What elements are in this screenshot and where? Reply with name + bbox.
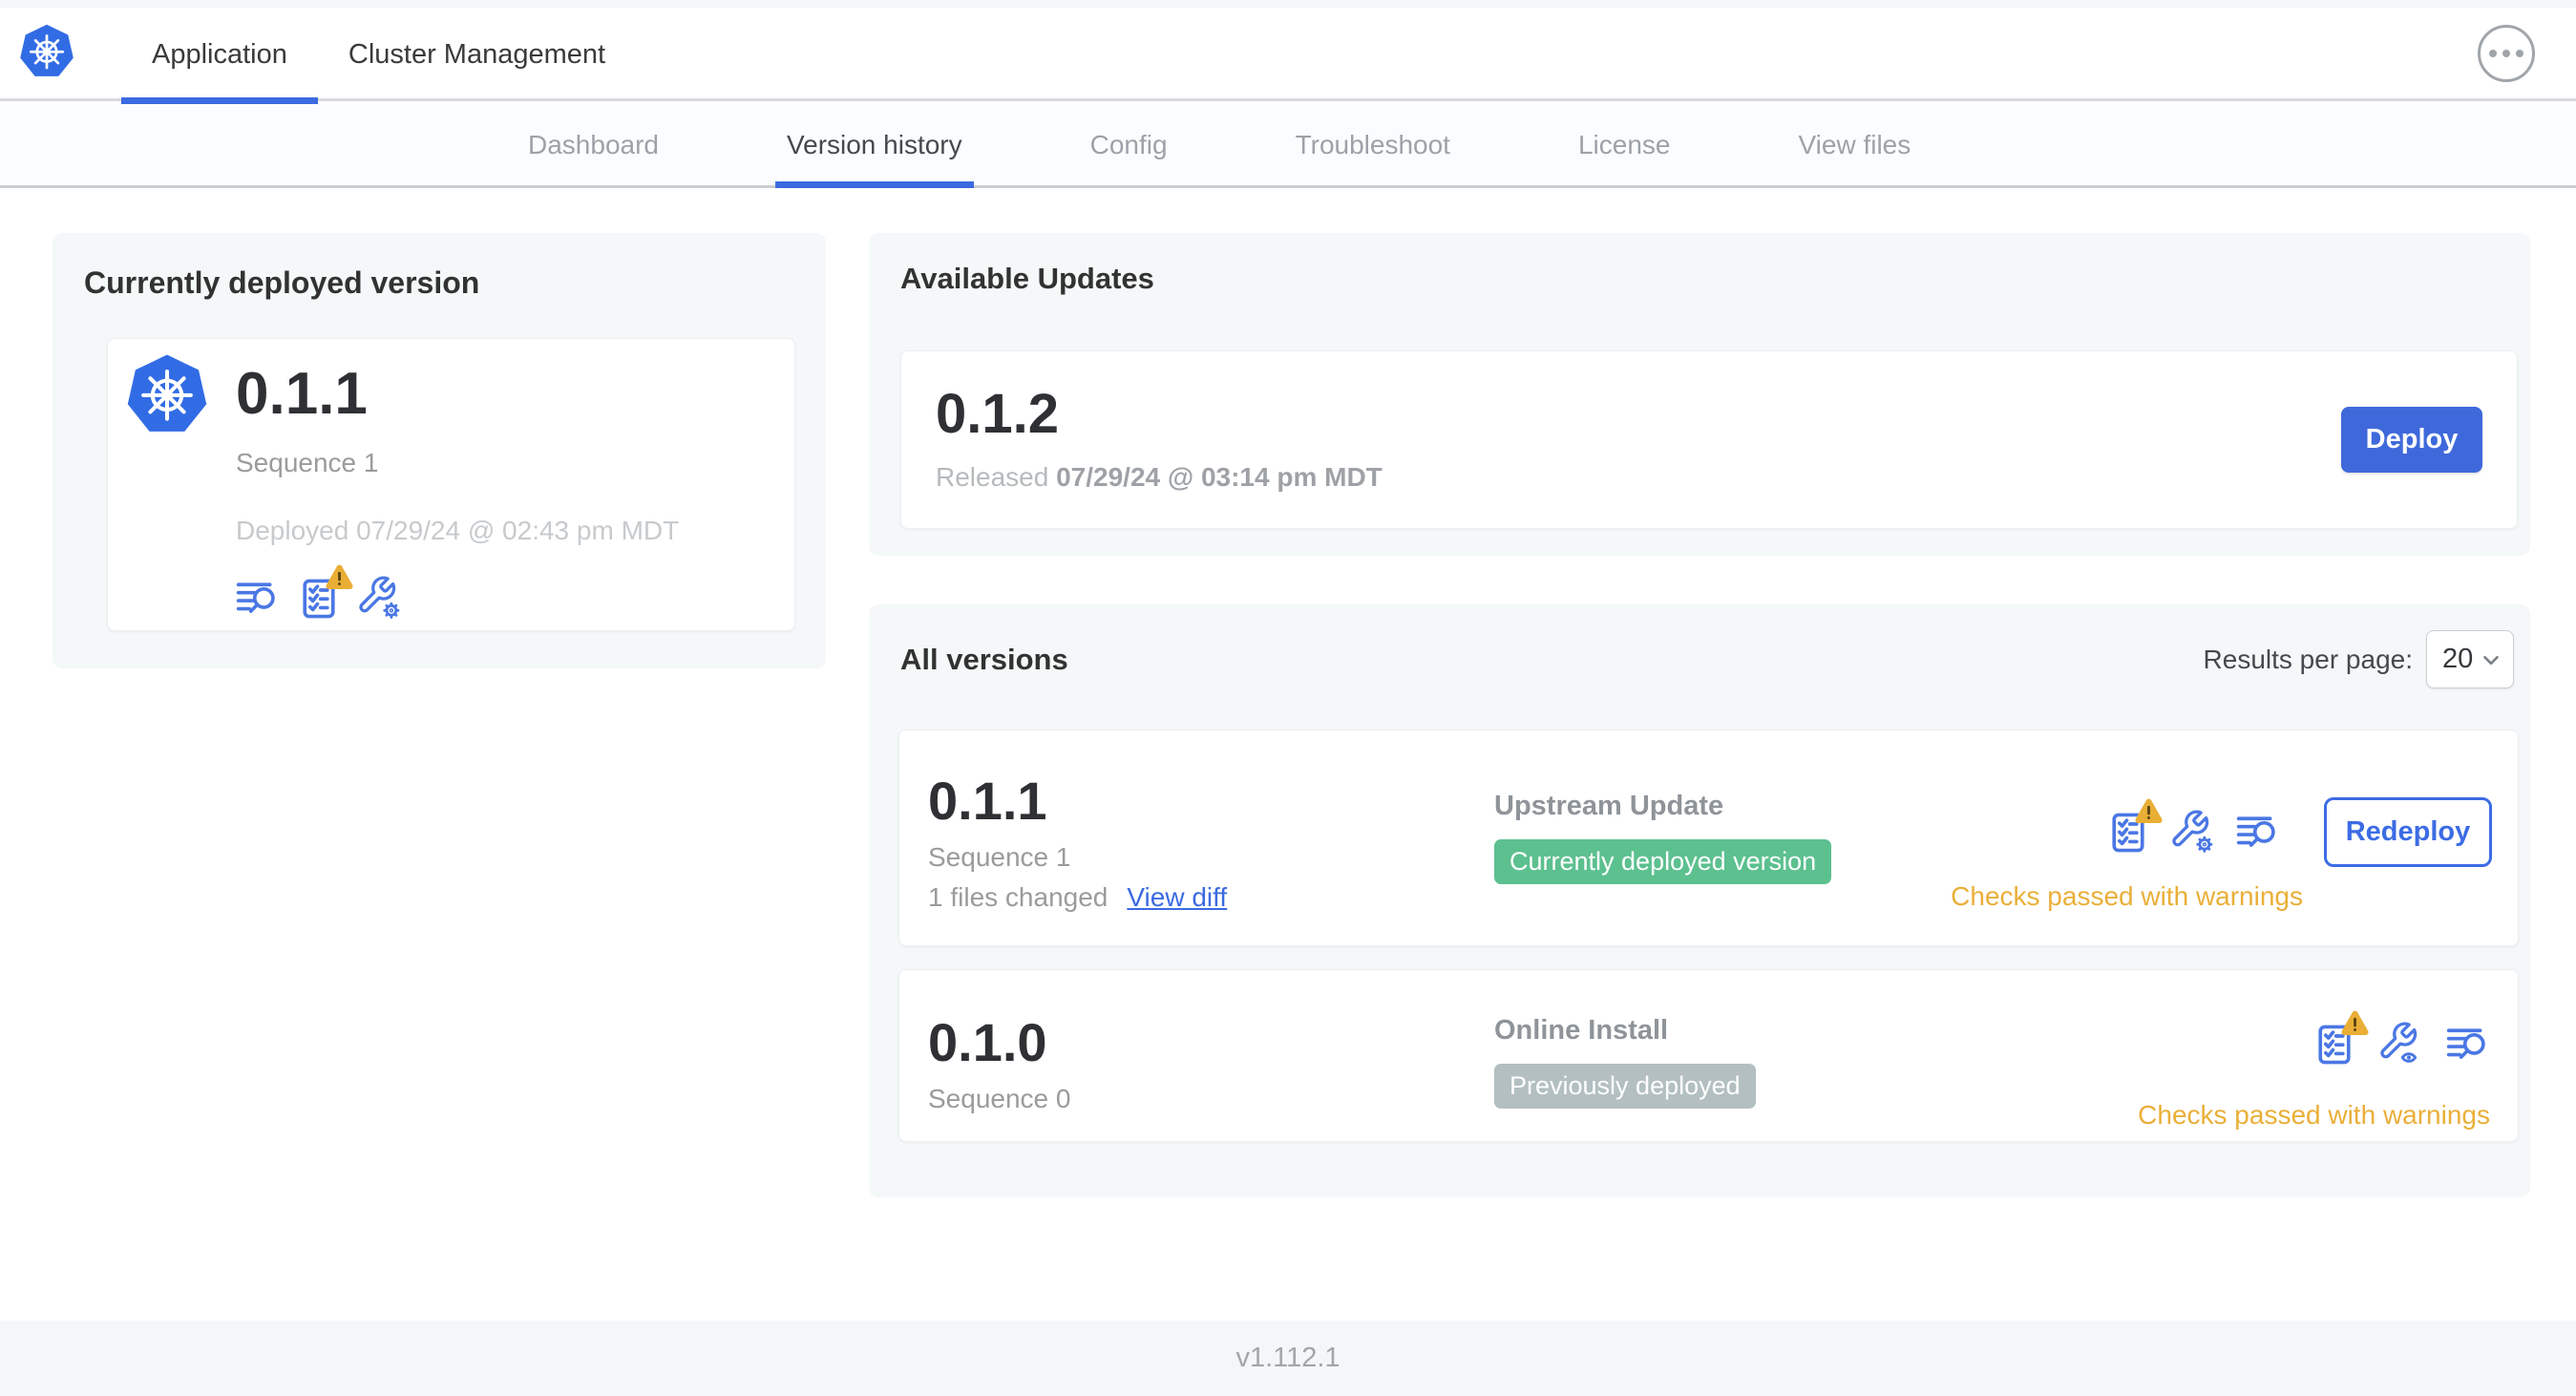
- currently-deployed-title: Currently deployed version: [84, 265, 480, 300]
- source-label: Online Install: [1494, 1015, 1669, 1046]
- current-version-actions: [236, 564, 679, 621]
- app-footer: v1.112.1: [0, 1321, 2576, 1396]
- all-versions-header: All versions Results per page: 20: [869, 604, 2530, 688]
- tab-version-history[interactable]: Version history: [774, 104, 974, 188]
- more-options-button[interactable]: [2478, 25, 2535, 82]
- available-updates-title: Available Updates: [900, 262, 1154, 295]
- console-version-label: v1.112.1: [1235, 1343, 1341, 1373]
- kubernetes-logo-icon: [17, 21, 76, 80]
- all-versions-card: All versions Results per page: 20 0.1.1 …: [869, 604, 2530, 1197]
- tab-cluster-management[interactable]: Cluster Management: [318, 8, 636, 101]
- app-logo-icon: [123, 349, 211, 437]
- tab-application[interactable]: Application: [121, 8, 318, 104]
- status-badge: Currently deployed version: [1494, 839, 1832, 884]
- results-per-page-value: 20: [2442, 644, 2474, 674]
- ellipsis-icon: [2489, 50, 2497, 57]
- warning-triangle-icon: [2339, 1009, 2371, 1038]
- status-badge: Previously deployed: [1494, 1064, 1756, 1109]
- top-strip: [0, 0, 2576, 8]
- update-version-label: 0.1.2: [936, 383, 1059, 445]
- currently-deployed-inner-card: 0.1.1 Sequence 1 Deployed 07/29/24 @ 02:…: [107, 338, 795, 631]
- chevron-down-icon: [2479, 647, 2503, 672]
- update-released-timestamp: Released 07/29/24 @ 03:14 pm MDT: [936, 462, 1383, 492]
- available-update-row: 0.1.2 Released 07/29/24 @ 03:14 pm MDT D…: [900, 350, 2518, 529]
- results-per-page-label: Results per page:: [2203, 644, 2413, 674]
- preflight-checks-icon[interactable]: [2106, 798, 2163, 855]
- currently-deployed-card: Currently deployed version 0.1.1 Sequenc…: [53, 233, 826, 668]
- view-diff-link[interactable]: View diff: [1127, 882, 1227, 913]
- version-row-actions: Redeploy: [2106, 797, 2492, 867]
- app-header: Application Cluster Management: [0, 8, 2576, 104]
- app-root: Application Cluster Management Dashboard…: [0, 0, 2576, 1396]
- header-tabs: Application Cluster Management: [121, 8, 636, 104]
- version-row-source: Upstream Update Currently deployed versi…: [1494, 730, 1832, 884]
- redeploy-button[interactable]: Redeploy: [2324, 797, 2492, 867]
- tab-view-files[interactable]: View files: [1786, 104, 1922, 185]
- current-deployed-timestamp: Deployed 07/29/24 @ 02:43 pm MDT: [236, 516, 680, 545]
- tab-troubleshoot[interactable]: Troubleshoot: [1284, 104, 1462, 185]
- tab-config[interactable]: Config: [1079, 104, 1179, 185]
- deploy-logs-icon[interactable]: [2446, 1023, 2490, 1067]
- tab-dashboard[interactable]: Dashboard: [517, 104, 670, 185]
- deploy-logs-icon[interactable]: [2236, 811, 2280, 855]
- deploy-logs-icon[interactable]: [236, 577, 280, 621]
- version-row-0-1-0: 0.1.0 Sequence 0 Online Install Previous…: [898, 969, 2519, 1142]
- current-version-label: 0.1.1: [236, 361, 368, 427]
- version-row-actions: [2312, 1010, 2490, 1067]
- currently-deployed-details: 0.1.1 Sequence 1 Deployed 07/29/24 @ 02:…: [236, 339, 679, 630]
- preflight-status-text: Checks passed with warnings: [2138, 1100, 2490, 1130]
- preflight-status-text: Checks passed with warnings: [1951, 881, 2303, 911]
- current-sequence-label: Sequence 1: [236, 448, 379, 477]
- deploy-button[interactable]: Deploy: [2341, 407, 2482, 473]
- warning-triangle-icon: [2133, 797, 2164, 826]
- view-config-icon[interactable]: [2379, 1022, 2423, 1067]
- app-subnav: Dashboard Version history Config Trouble…: [0, 104, 2576, 188]
- subnav-tabs: Dashboard Version history Config Trouble…: [517, 104, 1922, 188]
- version-row-0-1-1: 0.1.1 Sequence 1 1 files changed View di…: [898, 730, 2519, 946]
- version-row-source: Online Install Previously deployed: [1494, 970, 1756, 1109]
- update-info: 0.1.2 Released 07/29/24 @ 03:14 pm MDT: [936, 387, 1383, 493]
- warning-triangle-icon: [324, 563, 355, 592]
- preflight-checks-icon[interactable]: [297, 564, 353, 621]
- available-updates-card: Available Updates 0.1.2 Released 07/29/2…: [869, 233, 2530, 556]
- results-per-page: Results per page: 20: [2204, 630, 2514, 688]
- all-versions-title: All versions: [900, 642, 1068, 676]
- tab-license[interactable]: License: [1567, 104, 1682, 185]
- preflight-checks-icon[interactable]: [2312, 1010, 2369, 1067]
- results-per-page-select[interactable]: 20: [2426, 630, 2514, 688]
- source-label: Upstream Update: [1494, 791, 1724, 821]
- edit-config-icon[interactable]: [2171, 810, 2215, 855]
- edit-config-icon[interactable]: [358, 576, 402, 621]
